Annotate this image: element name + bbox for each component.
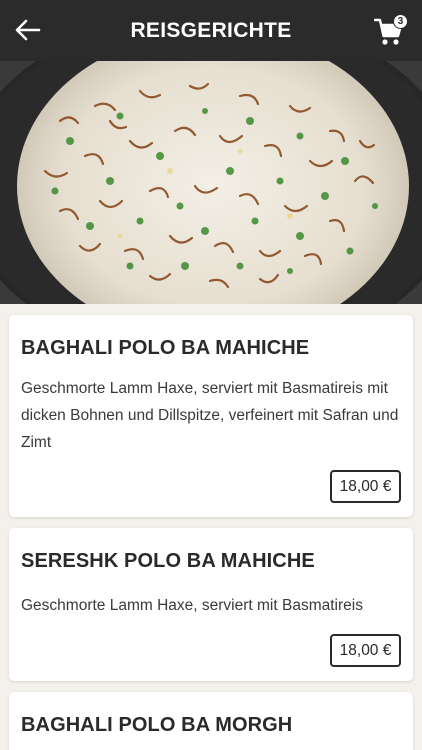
cart-count-badge: 3 (393, 14, 408, 29)
cart-button[interactable]: 3 (374, 14, 408, 46)
category-hero-image (0, 61, 422, 304)
arrow-left-icon (15, 19, 41, 41)
dish-description: Geschmorte Lamm Haxe, serviert mit Basma… (21, 597, 363, 614)
page-title: REISGERICHTE (130, 18, 292, 42)
back-button[interactable] (12, 14, 44, 46)
price-button[interactable]: 18,00 € (330, 470, 401, 503)
dish-card[interactable]: BAGHALI POLO BA MAHICHE Geschmorte Lamm … (9, 315, 413, 517)
price-button[interactable]: 18,00 € (330, 634, 401, 667)
dish-name: BAGHALI POLO BA MORGH (21, 714, 293, 736)
top-bar: REISGERICHTE 3 (0, 0, 422, 61)
rice-dish-photo (0, 61, 422, 304)
dish-card[interactable]: SERESHK POLO BA MAHICHE Geschmorte Lamm … (9, 528, 413, 681)
dish-description: Geschmorte Lamm Haxe, serviert mit Basma… (21, 380, 399, 451)
dish-name: BAGHALI POLO BA MAHICHE (21, 337, 310, 359)
app-screen: REISGERICHTE 3 BAGHALI POLO BA MAHICHE G… (0, 0, 422, 750)
dish-card[interactable]: BAGHALI POLO BA MORGH (9, 692, 413, 750)
dish-name: SERESHK POLO BA MAHICHE (21, 550, 315, 572)
